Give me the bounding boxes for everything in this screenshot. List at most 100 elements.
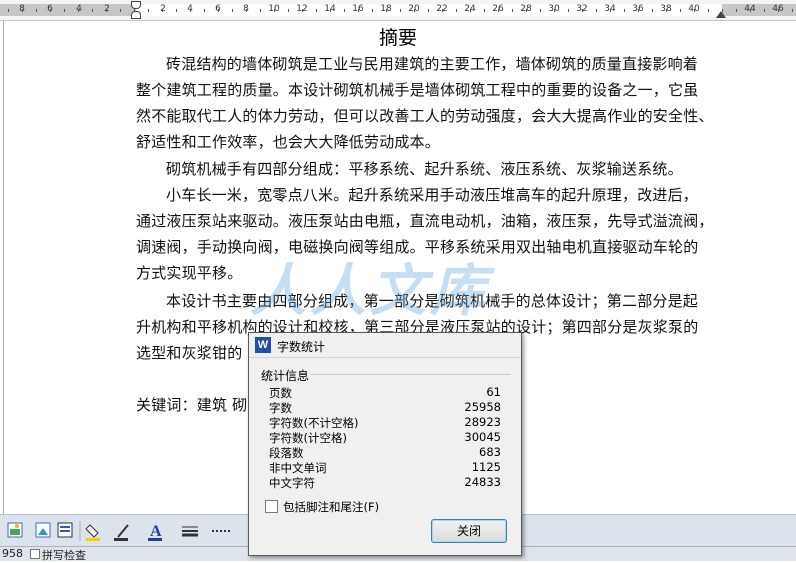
ruler-tick	[638, 9, 639, 12]
insert-image-icon[interactable]	[35, 522, 51, 538]
text-line: 砌筑机械手有四部分组成：平移系统、起升系统、液压系统、灰浆输送系统。	[166, 160, 683, 178]
ruler-tick	[624, 9, 625, 12]
ruler-tick	[358, 9, 359, 12]
line-style-icon[interactable]	[182, 526, 198, 537]
stat-value: 28923	[464, 415, 501, 429]
svg-text:A: A	[150, 523, 162, 540]
fill-color-icon[interactable]	[85, 524, 100, 541]
stat-label: 字数	[269, 401, 292, 415]
text-line: 舒适性和工作效率，也会大大降低劳动成本。	[136, 133, 441, 151]
ruler-tick	[428, 9, 429, 12]
stat-row-chinese-chars: 中文字符 24833	[269, 475, 501, 490]
ruler-tick	[50, 9, 51, 12]
stat-label: 页数	[269, 386, 292, 400]
stat-value: 683	[479, 445, 501, 459]
stat-label: 中文字符	[269, 476, 315, 490]
ruler-tick	[8, 9, 9, 12]
ruler-tick	[246, 9, 247, 12]
ruler-tick	[442, 9, 443, 12]
ruler-tick	[792, 9, 793, 12]
stat-label: 非中文单词	[269, 461, 327, 475]
ruler-tick	[260, 9, 261, 12]
dialog-titlebar[interactable]: W 字数统计	[249, 333, 521, 358]
group-divider	[311, 374, 511, 375]
stat-row-paragraphs: 段落数 683	[269, 445, 501, 460]
horizontal-ruler[interactable]: 8642246810121416182022242628303234363840…	[0, 0, 796, 21]
ruler-tick	[652, 9, 653, 12]
ruler-tick	[302, 9, 303, 12]
stat-value: 30045	[464, 430, 501, 444]
ruler-tick	[232, 9, 233, 12]
stat-row-chars-no-spaces: 字符数(不计空格) 28923	[269, 415, 501, 430]
ruler-tick	[498, 9, 499, 12]
include-footnotes-checkbox[interactable]	[265, 500, 278, 513]
statistics-group-label: 统计信息	[261, 369, 310, 383]
ruler-tick	[106, 9, 107, 12]
spell-check-status[interactable]: 拼写检查	[42, 547, 86, 563]
text-line: 砖混结构的墙体砌筑是工业与民用建筑的主要工作，墙体砌筑的质量直接影响着	[166, 55, 699, 73]
ruler-tick	[470, 9, 471, 12]
ruler-tick	[386, 9, 387, 12]
line-color-icon[interactable]	[114, 524, 129, 541]
ruler-tick	[372, 9, 373, 12]
ruler-tick	[78, 9, 79, 12]
ruler-tick	[750, 9, 751, 12]
ruler-tick	[176, 9, 177, 12]
ruler-tick	[666, 9, 667, 12]
watermark-logo: 人人文库	[250, 259, 490, 324]
paragraph-2: 砌筑机械手有四部分组成：平移系统、起升系统、液压系统、灰浆输送系统。	[136, 156, 722, 182]
stat-row-pages: 页数 61	[269, 385, 501, 400]
ruler-tick	[764, 9, 765, 12]
ruler-tick	[148, 9, 149, 12]
font-color-icon[interactable]: A	[148, 523, 162, 541]
ruler-tick	[92, 9, 93, 12]
ruler-tick	[778, 9, 779, 12]
text-line: 然不能取代工人的体力劳动，但可以改善工人的劳动强度，会大大提高作业的安全性、	[136, 107, 714, 125]
ruler-tick	[120, 9, 121, 12]
ruler-tick	[288, 9, 289, 12]
ruler-tick	[554, 9, 555, 12]
stat-row-words: 字数 25958	[269, 400, 501, 415]
stat-value: 25958	[464, 400, 501, 414]
stat-row-chars-with-spaces: 字符数(计空格) 30045	[269, 430, 501, 445]
ruler-tick	[218, 9, 219, 12]
ruler-tick	[708, 9, 709, 12]
left-indent-marker[interactable]	[131, 11, 141, 19]
stat-value: 61	[486, 385, 501, 399]
ruler-tick	[274, 9, 275, 12]
ruler-tick	[568, 9, 569, 12]
paragraph-1: 砖混结构的墙体砌筑是工业与民用建筑的主要工作，墙体砌筑的质量直接影响着 整个建筑…	[136, 51, 722, 155]
text-line: 整个建筑工程的质量。本设计砌筑机械手是墙体砌筑工程中的重要的设备之一，它虽	[136, 81, 699, 99]
ruler-tick	[414, 9, 415, 12]
stat-value: 24833	[464, 475, 501, 489]
text-line: 通过液压泵站来驱动。液压泵站由电瓶，直流电动机，油箱，液压泵，先导式溢流阀，	[136, 212, 714, 230]
ruler-tick	[64, 9, 65, 12]
insert-textbox-icon[interactable]	[57, 522, 73, 538]
ruler-number: 4	[69, 4, 89, 14]
word-app-icon: W	[255, 337, 271, 353]
ruler-tick	[330, 9, 331, 12]
dialog-title: 字数统计	[277, 340, 326, 354]
include-footnotes-label[interactable]: 包括脚注和尾注(F)	[283, 499, 379, 515]
ruler-tick	[22, 9, 23, 12]
document-title: 摘要	[378, 27, 417, 49]
first-line-indent-marker[interactable]	[131, 1, 141, 9]
ruler-tick	[610, 9, 611, 12]
insert-picture-icon[interactable]	[7, 522, 23, 538]
ruler-tick	[526, 9, 527, 12]
status-count: 958	[2, 547, 23, 560]
stat-label: 段落数	[269, 446, 304, 460]
stat-row-non-chinese-words: 非中文单词 1125	[269, 460, 501, 475]
stat-label: 字符数(计空格)	[269, 431, 347, 445]
right-indent-marker[interactable]	[716, 11, 726, 18]
spell-check-icon	[30, 549, 40, 559]
text-line: 小车长一米，宽零点八米。起升系统采用手动液压堆高车的起升原理，改进后，	[166, 186, 699, 204]
ruler-tick	[316, 9, 317, 12]
ruler-number: 2	[153, 4, 173, 14]
word-count-dialog: W 字数统计 统计信息 页数 61 字数 25958 字符数(不计空格) 289…	[248, 332, 522, 556]
ruler-tick	[512, 9, 513, 12]
close-button[interactable]: 关闭	[431, 519, 507, 543]
ruler-tick	[736, 9, 737, 12]
ruler-tick	[694, 9, 695, 12]
ruler-tick	[596, 9, 597, 12]
